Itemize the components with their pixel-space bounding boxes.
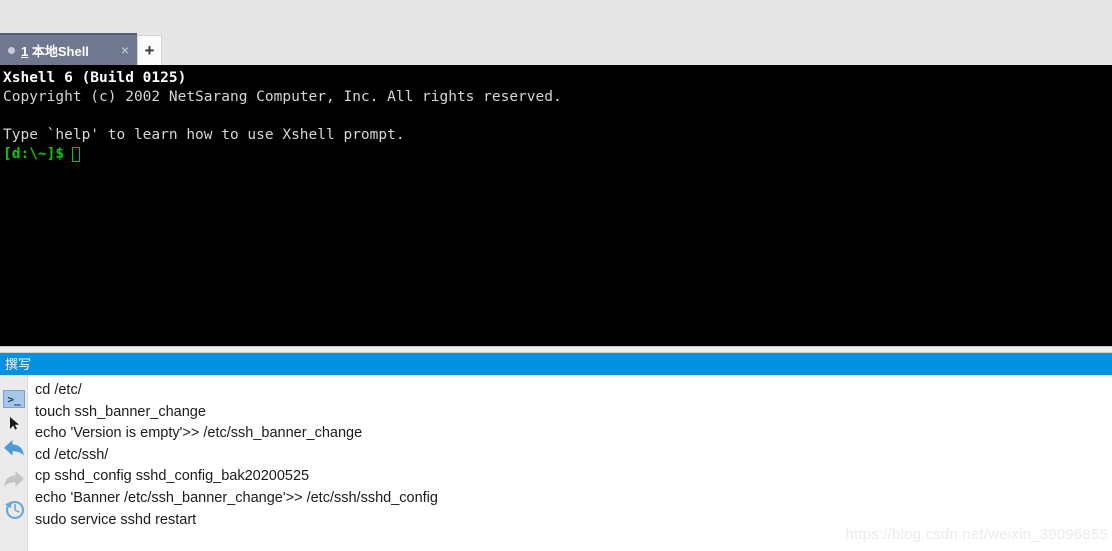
forward-arrow-icon — [4, 471, 24, 487]
forward-arrow-icon-button — [0, 468, 28, 490]
back-arrow-icon-button[interactable] — [0, 437, 28, 459]
command-list[interactable]: cd /etc/ touch ssh_banner_change echo 'V… — [28, 375, 1112, 551]
back-arrow-icon — [4, 440, 24, 456]
terminal-output[interactable]: Xshell 6 (Build 0125) Copyright (c) 2002… — [0, 65, 1112, 346]
terminal-prompt-icon: >_ — [3, 390, 25, 408]
terminal-prompt-line: [d:\~]$ — [3, 145, 1112, 164]
session-status-dot — [8, 46, 15, 54]
cursor-arrow-icon-button[interactable] — [0, 416, 28, 430]
command-line[interactable]: cd /etc/ssh/ — [35, 445, 1112, 467]
terminal-prompt-icon-button[interactable]: >_ — [0, 388, 28, 410]
watermark: https://blog.csdn.net/weixin_39096855 — [845, 526, 1108, 543]
tab-local-shell[interactable]: 1 本地Shell × — [0, 33, 137, 65]
compose-panel-body: cd /etc/ touch ssh_banner_change echo 'V… — [0, 375, 1112, 551]
history-undo-icon-button[interactable] — [0, 498, 28, 520]
history-undo-icon — [5, 500, 25, 519]
compose-panel-header: 撰写 — [0, 353, 1112, 375]
toolbar-strip — [0, 0, 1112, 33]
shell-prompt: [d:\~]$ — [3, 146, 65, 162]
block-cursor-icon — [72, 147, 81, 162]
xshell-window: 1 本地Shell × + Xshell 6 (Build 0125) Copy… — [0, 0, 1112, 551]
command-line[interactable]: echo 'Version is empty'>> /etc/ssh_banne… — [35, 423, 1112, 445]
command-line[interactable]: cp sshd_config sshd_config_bak20200525 — [35, 466, 1112, 488]
tab-label: 1 本地Shell — [21, 43, 89, 59]
cursor-arrow-icon — [9, 416, 19, 430]
command-line[interactable]: echo 'Banner /etc/ssh_banner_change'>> /… — [35, 488, 1112, 510]
terminal-line: Type `help' to learn how to use Xshell p… — [3, 127, 405, 143]
close-icon[interactable]: × — [117, 43, 131, 57]
new-tab-button[interactable]: + — [137, 35, 162, 65]
command-line[interactable]: cd /etc/ — [35, 380, 1112, 402]
command-line[interactable]: touch ssh_banner_change — [35, 402, 1112, 424]
terminal-line: Xshell 6 (Build 0125) — [3, 70, 187, 86]
compose-panel-title: 撰写 — [5, 356, 32, 372]
terminal-line: Copyright (c) 2002 NetSarang Computer, I… — [3, 89, 562, 105]
panel-divider — [0, 346, 1112, 353]
tab-bar: 1 本地Shell × + — [0, 33, 1112, 65]
